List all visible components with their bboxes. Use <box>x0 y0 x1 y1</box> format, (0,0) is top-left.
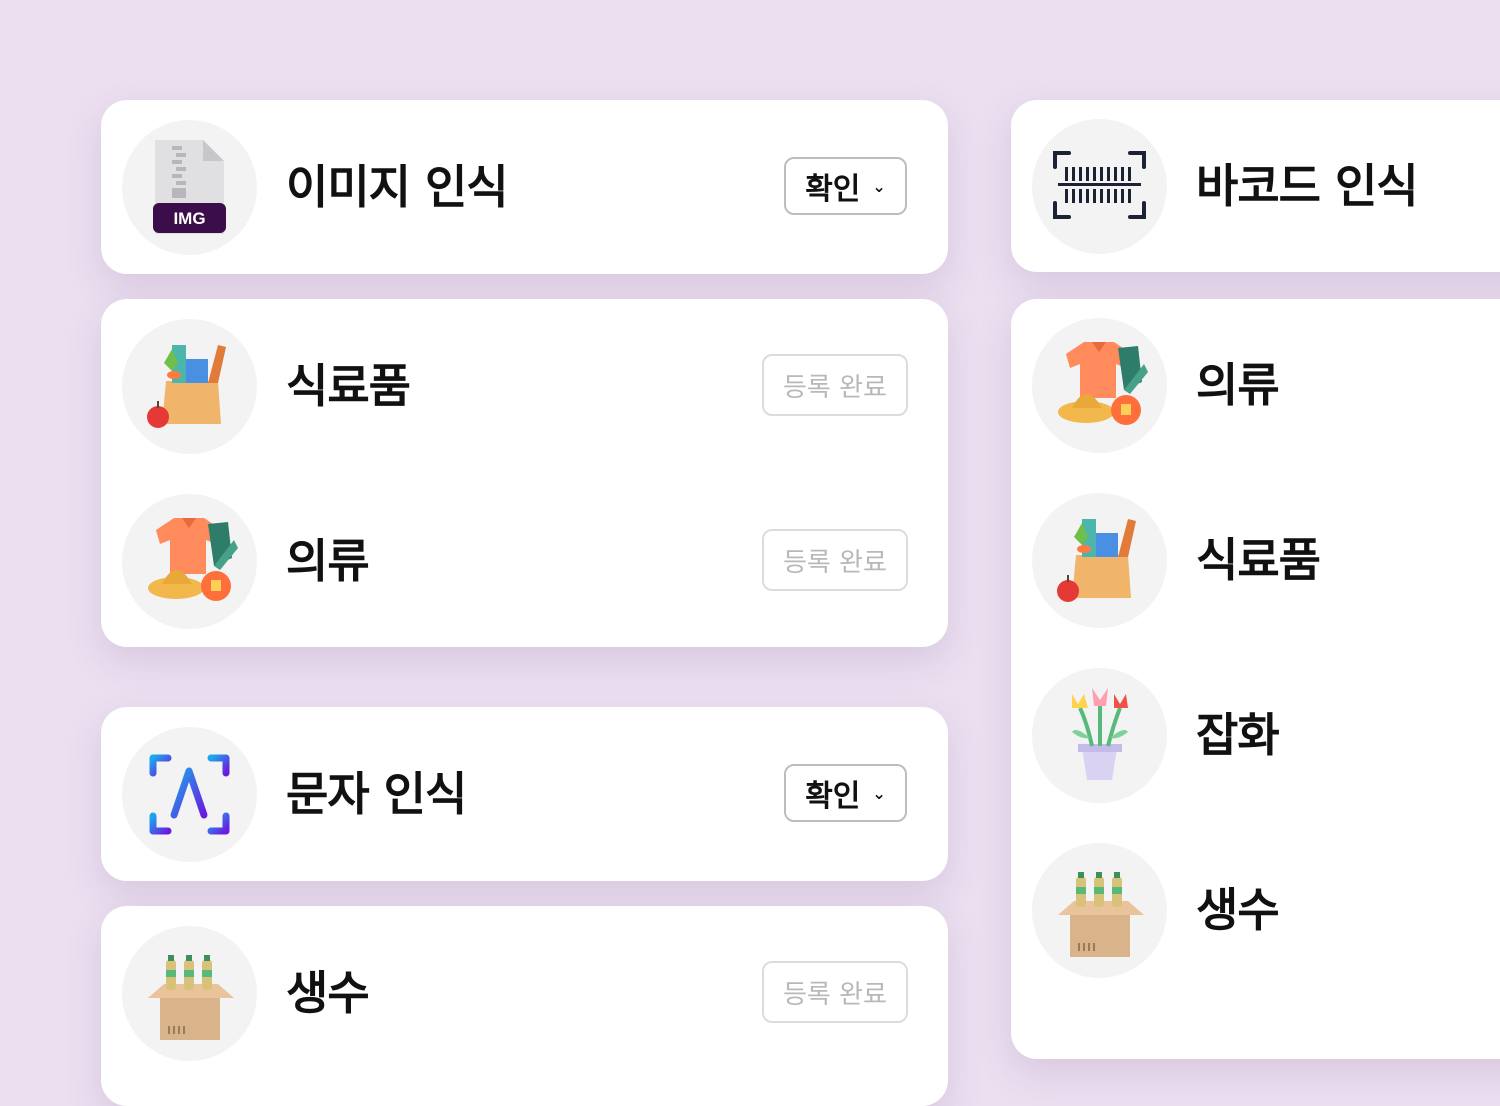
list-item: 생수 등록 완료 <box>101 926 948 1061</box>
text-recognition-confirm-button[interactable]: 확인 ⌄ <box>784 764 907 822</box>
water-bottles-box-icon <box>122 926 257 1061</box>
registered-button[interactable]: 등록 완료 <box>762 529 908 591</box>
image-recognition-row: IMG 이미지 인식 확인 ⌄ <box>101 120 948 255</box>
barcode-recognition-title: 바코드 인식 <box>1196 159 1419 213</box>
item-label-sundries: 잡화 <box>1196 708 1280 762</box>
list-item: 생수 <box>1011 843 1500 978</box>
barcode-items-card: 의류 식료품 잡화 생수 <box>1011 299 1500 1059</box>
chevron-down-icon: ⌄ <box>872 783 886 803</box>
item-label-groceries: 식료품 <box>286 359 411 413</box>
text-items-card: 생수 등록 완료 <box>101 906 948 1106</box>
registered-button[interactable]: 등록 완료 <box>762 961 908 1023</box>
item-label-groceries: 식료품 <box>1196 533 1321 587</box>
barcode-recognition-row: 바코드 인식 <box>1011 119 1500 254</box>
text-recognition-row: 문자 인식 확인 ⌄ <box>101 727 948 862</box>
text-recognition-title: 문자 인식 <box>286 767 467 821</box>
grocery-bag-icon <box>1032 493 1167 628</box>
image-recognition-card: IMG 이미지 인식 확인 ⌄ <box>101 100 948 274</box>
barcode-recognition-card: 바코드 인식 <box>1011 100 1500 272</box>
clothing-icon <box>1032 318 1167 453</box>
grocery-bag-icon <box>122 319 257 454</box>
item-label-clothing: 의류 <box>1196 358 1280 412</box>
clothing-icon <box>122 494 257 629</box>
image-recognition-title: 이미지 인식 <box>286 160 509 214</box>
confirm-button-label: 확인 <box>805 172 861 207</box>
confirm-button-label: 확인 <box>805 779 861 814</box>
list-item: 의류 등록 완료 <box>101 494 948 629</box>
flower-pot-icon <box>1032 668 1167 803</box>
list-item: 식료품 등록 완료 <box>101 319 948 454</box>
image-recognition-confirm-button[interactable]: 확인 ⌄ <box>784 157 907 215</box>
image-file-icon: IMG <box>122 120 257 255</box>
water-bottles-box-icon <box>1032 843 1167 978</box>
list-item: 식료품 <box>1011 493 1500 628</box>
img-badge-text: IMG <box>173 209 205 228</box>
registered-button[interactable]: 등록 완료 <box>762 354 908 416</box>
item-label-water: 생수 <box>1196 883 1280 937</box>
barcode-scan-icon <box>1032 119 1167 254</box>
item-label-water: 생수 <box>286 966 370 1020</box>
chevron-down-icon: ⌄ <box>872 176 886 196</box>
image-items-card: 식료품 등록 완료 의류 등록 완료 <box>101 299 948 647</box>
list-item: 잡화 <box>1011 668 1500 803</box>
item-label-clothing: 의류 <box>286 534 370 588</box>
text-recognition-card: 문자 인식 확인 ⌄ <box>101 707 948 881</box>
list-item: 의류 <box>1011 318 1500 453</box>
text-recognition-icon <box>122 727 257 862</box>
